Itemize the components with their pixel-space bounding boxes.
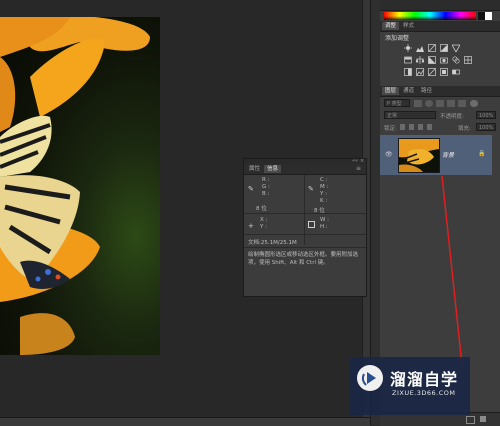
selection-size-icon — [308, 221, 315, 228]
label-g: G : — [262, 184, 270, 190]
exposure-icon[interactable] — [440, 44, 448, 54]
opacity-label: 不透明度: — [440, 114, 464, 120]
black-white-icon[interactable] — [428, 56, 436, 66]
color-spectrum-bar[interactable] — [384, 12, 476, 20]
levels-icon[interactable] — [416, 44, 424, 54]
white-swatch[interactable] — [485, 12, 492, 20]
tab-paths[interactable]: 路径 — [418, 87, 435, 95]
lock-label: 锁定: — [384, 126, 397, 132]
eyedropper-icon: ✎ — [248, 185, 254, 193]
layer-thumbnail — [398, 138, 440, 173]
hue-saturation-icon[interactable] — [404, 56, 412, 66]
filter-smart-icon[interactable] — [458, 100, 466, 107]
tab-styles[interactable]: 样式 — [400, 22, 417, 30]
tab-channels[interactable]: 通道 — [400, 87, 417, 95]
fill-input[interactable]: 100% — [476, 123, 496, 131]
lock-pixels-icon[interactable] — [409, 124, 414, 130]
label-m: M : — [320, 184, 329, 190]
photo-artwork — [0, 17, 150, 355]
fill-label: 填充: — [458, 126, 471, 132]
label-k: K : — [320, 198, 328, 204]
posterize-icon[interactable] — [416, 68, 424, 78]
layer-name[interactable]: 背景 — [442, 150, 454, 159]
adjustments-title: 添加调整 — [385, 35, 410, 42]
delete-layer-icon[interactable] — [480, 416, 486, 422]
brightness-icon[interactable] — [404, 44, 412, 54]
adjustment-icons-row-3 — [404, 68, 494, 76]
label-w: W : — [320, 217, 330, 223]
black-swatch[interactable] — [478, 12, 485, 20]
adjustments-tabbar: 调整 样式 — [380, 21, 500, 32]
color-panel-tabbar — [380, 0, 500, 11]
threshold-icon[interactable] — [428, 68, 436, 78]
invert-icon[interactable] — [404, 68, 412, 78]
info-separator-1 — [244, 213, 366, 214]
filter-type-icon[interactable] — [436, 100, 444, 107]
label-c: C : — [320, 177, 328, 183]
bit-depth-left: 8 位 — [256, 206, 267, 212]
photo-filter-icon[interactable] — [440, 56, 448, 66]
label-h: H : — [320, 224, 328, 230]
label-x: X : — [260, 217, 268, 223]
selective-color-icon[interactable] — [440, 68, 448, 78]
info-tabbar: 属性 信息 ≡ — [244, 164, 366, 175]
butterfly-photo[interactable] — [0, 17, 160, 355]
eyedropper-cmyk-icon: ✎ — [308, 185, 314, 193]
tab-layers[interactable]: 图层 — [382, 87, 400, 95]
visibility-eye-icon[interactable]: 👁 — [385, 151, 393, 158]
filter-pixel-icon[interactable] — [414, 100, 422, 107]
watermark-url: ZIXUE.3D66.COM — [392, 389, 456, 397]
tab-properties[interactable]: 属性 — [246, 165, 263, 173]
lock-all-icon[interactable] — [427, 124, 432, 130]
layers-tabbar: 图层 通道 路径 — [380, 86, 500, 97]
blend-mode-select[interactable]: 正常 — [384, 111, 436, 119]
channel-mixer-icon[interactable] — [452, 56, 460, 66]
filter-adjustment-icon[interactable] — [425, 100, 433, 107]
tab-info[interactable]: 信息 — [264, 165, 282, 173]
play-logo-icon — [357, 365, 383, 391]
info-separator-3 — [244, 247, 366, 248]
color-lookup-icon[interactable] — [464, 56, 472, 66]
wing-red-spot — [55, 274, 61, 280]
crosshair-icon: + — [248, 222, 254, 230]
watermark-brand: 溜溜自学 — [390, 370, 459, 389]
curves-icon[interactable] — [428, 44, 436, 54]
vibrance-icon[interactable] — [451, 44, 461, 54]
wing-blue-spot — [45, 269, 51, 275]
opacity-input[interactable]: 100% — [476, 111, 496, 119]
document-size: 文档:25.1M/25.1M — [248, 240, 297, 246]
label-y-coord: Y : — [260, 224, 267, 230]
gradient-map-icon[interactable] — [452, 68, 460, 78]
label-b: B : — [262, 191, 270, 197]
info-panel[interactable]: «« × 属性 信息 ≡ ✎ R : G : B : 8 位 ✎ C : M :… — [243, 158, 367, 297]
filter-toggle[interactable] — [470, 100, 478, 107]
new-layer-icon[interactable] — [466, 416, 475, 424]
petal-left — [0, 57, 16, 132]
label-y: Y : — [320, 191, 327, 197]
adjustment-icons-row-2 — [404, 56, 494, 64]
adjustment-icons-row-1 — [404, 44, 494, 54]
lock-transparent-icon[interactable] — [400, 124, 405, 130]
layer-kind-filter[interactable]: P 类型 — [384, 99, 410, 107]
layer-row-background[interactable]: 👁 背景 🔒 — [380, 135, 492, 175]
filter-shape-icon[interactable] — [447, 100, 455, 107]
panel-menu-icon[interactable]: ≡ — [356, 165, 361, 172]
petal-bottom — [20, 313, 75, 355]
wing-blue-spot-2 — [35, 276, 41, 282]
label-r: R : — [262, 177, 270, 183]
tool-hint: 绘制椭圆形选区或移动选区外框。要用附加选项，使用 Shift、Alt 和 Ctr… — [248, 252, 359, 266]
color-balance-icon[interactable] — [415, 56, 425, 66]
lock-position-icon[interactable] — [418, 124, 423, 130]
annotation-line — [441, 175, 463, 366]
info-separator-2 — [244, 234, 366, 235]
layer-lock-icon: 🔒 — [478, 150, 486, 157]
tab-adjustments[interactable]: 调整 — [382, 22, 400, 30]
